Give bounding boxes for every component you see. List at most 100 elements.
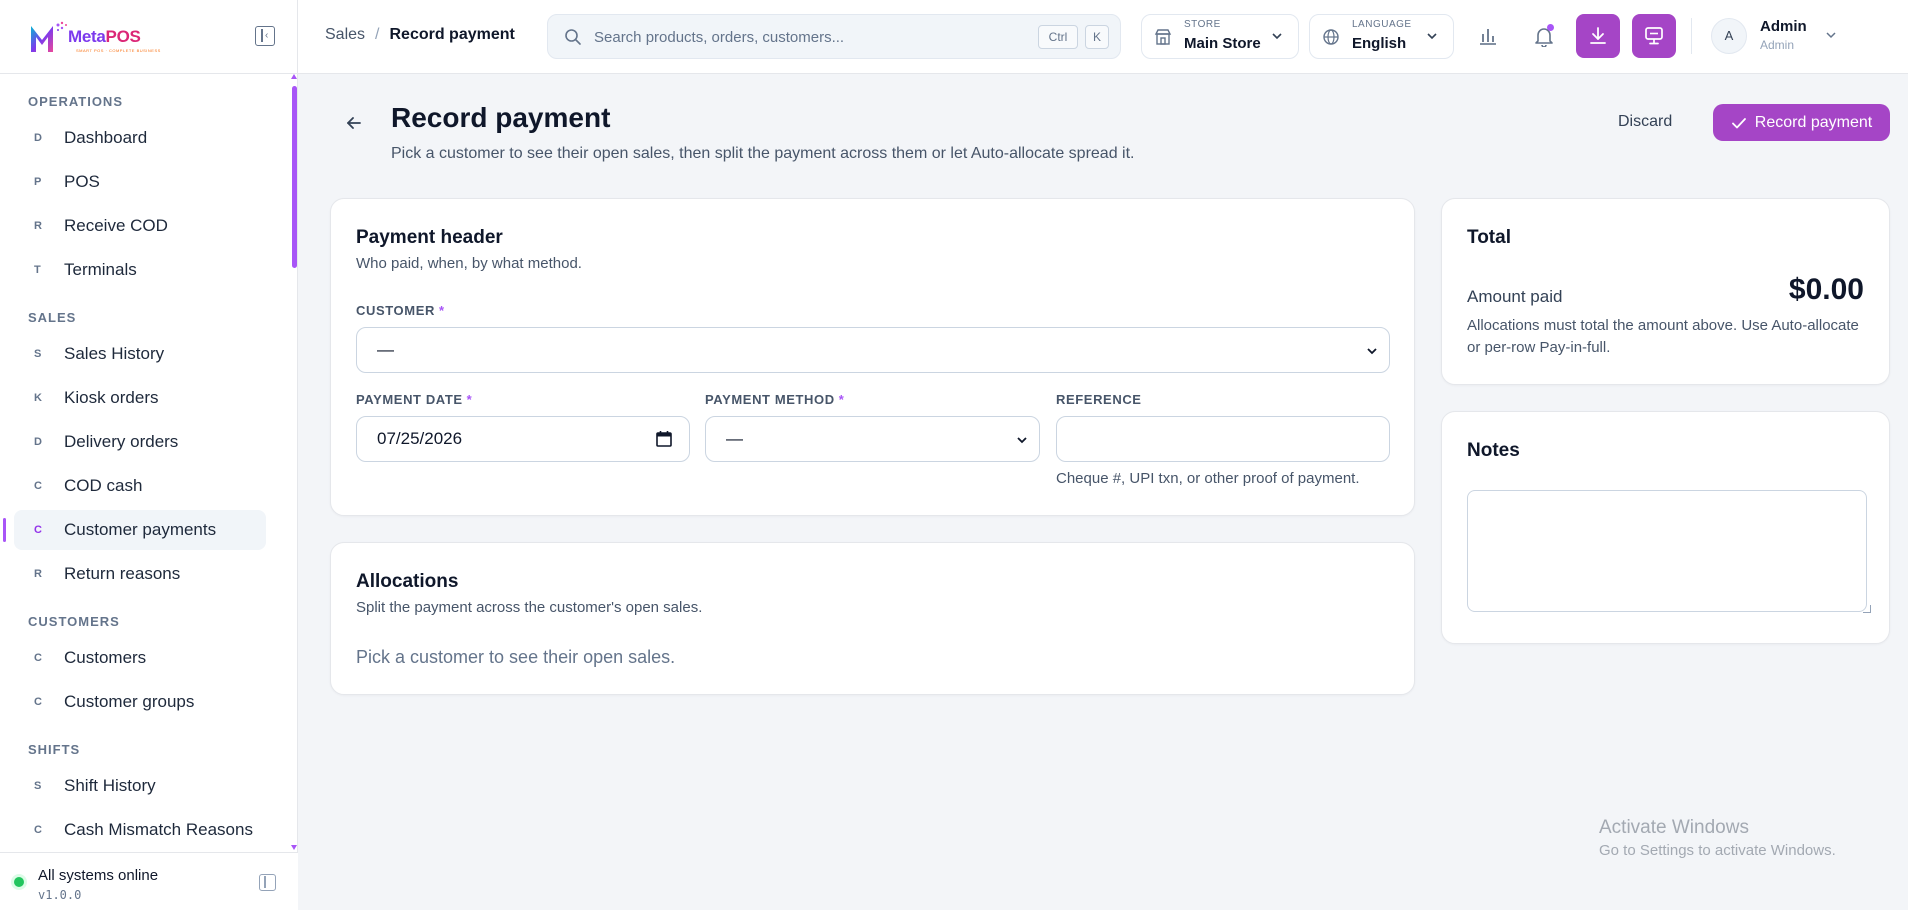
- sidebar-item-label: COD cash: [64, 476, 143, 495]
- sidebar-item-letter-icon: R: [34, 568, 42, 580]
- user-menu-chevron-icon[interactable]: [1824, 28, 1838, 42]
- sidebar-item-delivery-orders[interactable]: D Delivery orders: [14, 422, 266, 462]
- sidebar-item-letter-icon: C: [34, 524, 42, 536]
- record-payment-button[interactable]: Record payment: [1713, 104, 1890, 141]
- sidebar-item-letter-icon: K: [34, 392, 42, 404]
- notes-textarea[interactable]: [1467, 490, 1867, 612]
- windows-watermark-title: Activate Windows: [1599, 817, 1749, 838]
- sidebar-item-shift-history[interactable]: S Shift History: [14, 766, 266, 806]
- payment-header-card: Payment header Who paid, when, by what m…: [330, 198, 1415, 516]
- nav-section-title: SHIFTS: [28, 742, 81, 757]
- bar-chart-icon: [1480, 29, 1496, 45]
- customer-label: CUSTOMER *: [356, 303, 445, 318]
- sidebar-item-letter-icon: S: [34, 348, 42, 360]
- sidebar-collapse-icon[interactable]: ‹: [255, 26, 275, 46]
- discard-button[interactable]: Discard: [1618, 106, 1672, 138]
- scroll-down-icon[interactable]: [291, 845, 297, 850]
- chevron-down-icon: [1272, 33, 1282, 40]
- sidebar-item-label: Shift History: [64, 776, 156, 795]
- pos-terminal-icon: [1645, 27, 1663, 45]
- scroll-up-icon[interactable]: [291, 74, 297, 79]
- pos-terminal-button[interactable]: [1632, 14, 1676, 58]
- sidebar-item-label: Kiosk orders: [64, 388, 159, 407]
- sidebar-item-label: Customers: [64, 648, 147, 667]
- metapos-logo-icon: [31, 21, 67, 52]
- sidebar-item-dashboard[interactable]: D Dashboard: [14, 118, 266, 158]
- sidebar-item-sales-history[interactable]: S Sales History: [14, 334, 266, 374]
- download-icon: [1590, 27, 1606, 44]
- sidebar-item-cash-mismatch-reasons[interactable]: C Cash Mismatch Reasons: [14, 810, 266, 850]
- allocations-title: Allocations: [356, 571, 459, 592]
- payment-method-select[interactable]: —: [705, 416, 1040, 462]
- store-selector[interactable]: STORE Main Store: [1141, 14, 1299, 59]
- system-status: All systems online: [38, 867, 159, 884]
- reference-input[interactable]: [1056, 416, 1390, 462]
- allocations-subtitle: Split the payment across the customer's …: [356, 599, 703, 616]
- search-input[interactable]: [594, 23, 994, 51]
- sidebar-nav: OPERATIONS D Dashboard P POS R Receive COD T Ter…: [0, 74, 290, 854]
- shortcut-k: K: [1085, 25, 1109, 49]
- reports-button[interactable]: [1466, 14, 1510, 58]
- globe-icon: [1323, 29, 1339, 45]
- chevron-down-icon: [1427, 33, 1437, 40]
- sidebar-item-pos[interactable]: P POS: [14, 162, 266, 202]
- sidebar-item-letter-icon: T: [34, 264, 41, 276]
- payment-date-value: 07/25/2026: [377, 429, 463, 448]
- app-tagline: SMART POS · COMPLETE BUSINESS: [76, 48, 161, 53]
- notification-dot: [1547, 24, 1554, 31]
- nav-section-title: CUSTOMERS: [28, 614, 120, 629]
- avatar[interactable]: A: [1711, 18, 1747, 54]
- sidebar-item-label: Customer groups: [64, 692, 195, 711]
- resize-handle-icon[interactable]: [1863, 605, 1871, 613]
- page-title: Record payment: [391, 102, 611, 133]
- payment-date-input[interactable]: 07/25/2026: [356, 416, 690, 462]
- store-value: Main Store: [1184, 35, 1261, 52]
- breadcrumb-sales[interactable]: Sales: [325, 26, 365, 43]
- app-name: MetaPOS: [68, 26, 141, 46]
- breadcrumb-current: Record payment: [389, 26, 515, 43]
- reference-label: REFERENCE: [1056, 392, 1142, 407]
- sidebar-item-letter-icon: C: [34, 824, 42, 836]
- allocations-card: Allocations Split the payment across the…: [330, 542, 1415, 695]
- user-role: Admin: [1760, 38, 1795, 52]
- allocations-empty-state: Pick a customer to see their open sales.: [356, 647, 676, 667]
- sidebar-item-receive-cod[interactable]: R Receive COD: [14, 206, 266, 246]
- chevron-down-icon: [1367, 348, 1377, 355]
- sidebar-item-terminals[interactable]: T Terminals: [14, 250, 266, 290]
- sidebar-item-letter-icon: R: [34, 220, 42, 232]
- sidebar-scrollbar[interactable]: [290, 74, 298, 850]
- sidebar-item-label: Terminals: [64, 260, 137, 279]
- language-value: English: [1352, 35, 1407, 52]
- footer-collapse-icon[interactable]: [259, 874, 276, 891]
- amount-paid-label: Amount paid: [1467, 287, 1563, 306]
- sidebar-item-customer-groups[interactable]: C Customer groups: [14, 682, 266, 722]
- sidebar-item-return-reasons[interactable]: R Return reasons: [14, 554, 266, 594]
- sidebar-item-label: Delivery orders: [64, 432, 179, 451]
- payment-method-value: —: [726, 429, 743, 448]
- payment-header-title: Payment header: [356, 227, 503, 248]
- sidebar-item-customer-payments[interactable]: C Customer payments: [3, 510, 266, 550]
- sidebar-item-kiosk-orders[interactable]: K Kiosk orders: [14, 378, 266, 418]
- sidebar-item-label: Receive COD: [64, 216, 168, 235]
- calendar-icon[interactable]: [655, 430, 673, 448]
- search-box[interactable]: Ctrl K: [547, 14, 1121, 59]
- payment-date-label: PAYMENT DATE *: [356, 392, 473, 407]
- sidebar-item-customers[interactable]: C Customers: [14, 638, 266, 678]
- topbar-divider: [1691, 18, 1692, 54]
- sidebar-item-cod-cash[interactable]: C COD cash: [14, 466, 266, 506]
- store-caption: STORE: [1184, 19, 1221, 30]
- language-selector[interactable]: LANGUAGE English: [1309, 14, 1454, 59]
- notifications-button[interactable]: [1522, 14, 1566, 58]
- user-name[interactable]: Admin: [1760, 18, 1807, 35]
- breadcrumb-separator: /: [375, 26, 380, 43]
- back-arrow-icon[interactable]: [343, 112, 365, 134]
- sidebar-item-letter-icon: S: [34, 780, 42, 792]
- customer-value: —: [377, 340, 394, 359]
- amount-paid-value: $0.00: [1788, 273, 1864, 306]
- notes-card: Notes: [1441, 411, 1890, 644]
- record-payment-label: Record payment: [1754, 113, 1873, 131]
- scroll-thumb[interactable]: [292, 86, 297, 268]
- customer-select[interactable]: —: [356, 327, 1390, 373]
- download-button[interactable]: [1576, 14, 1620, 58]
